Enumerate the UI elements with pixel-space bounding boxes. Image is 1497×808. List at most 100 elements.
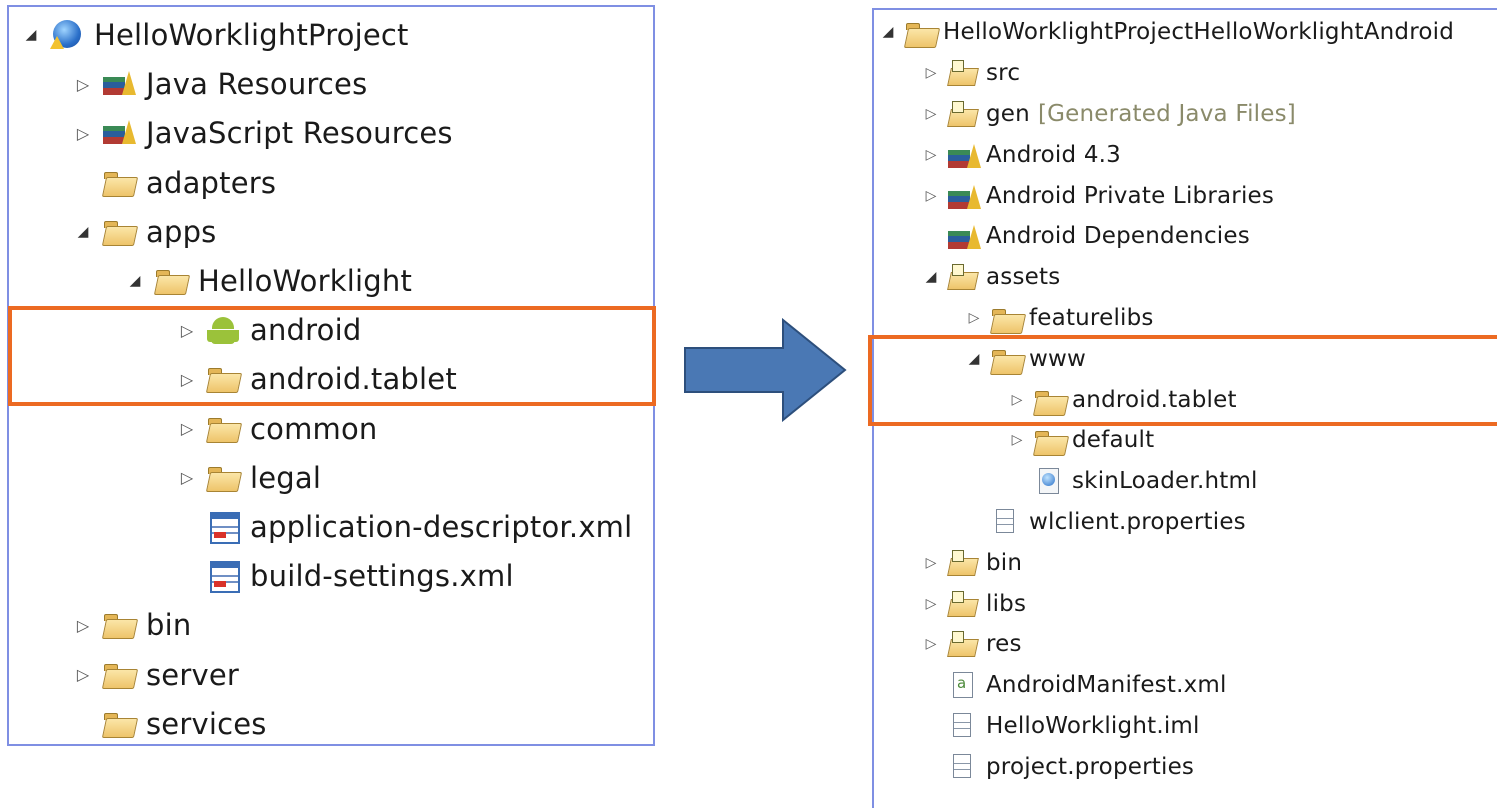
tree-item-assets[interactable]: ◢ assets	[923, 257, 1060, 298]
tree-item-label: res	[986, 631, 1022, 658]
tree-item-project-properties[interactable]: project.properties	[923, 746, 1194, 787]
tree-item-java-resources[interactable]: ▷ Java Resources	[74, 64, 367, 104]
tree-item-android-4-3[interactable]: ▷ Android 4.3	[923, 134, 1121, 175]
tree-item-android-tablet[interactable]: ▷ android.tablet	[1009, 379, 1237, 420]
collapsed-triangle-icon[interactable]: ▷	[74, 75, 92, 94]
tree-item-label: default	[1072, 427, 1155, 454]
android-icon	[206, 315, 242, 345]
collapsed-triangle-icon[interactable]: ▷	[74, 665, 92, 684]
collapsed-triangle-icon[interactable]: ▷	[74, 616, 92, 635]
tree-item-label: project.properties	[986, 753, 1195, 780]
tree-item-gen[interactable]: ▷ gen [Generated Java Files]	[923, 94, 1296, 135]
text-file-icon	[990, 508, 1022, 535]
folder-icon	[1033, 427, 1065, 453]
tree-item-default[interactable]: ▷ default	[1009, 420, 1155, 461]
text-file-icon	[947, 753, 979, 780]
collapsed-triangle-icon[interactable]: ▷	[923, 636, 939, 652]
tree-item-label: android	[250, 313, 362, 348]
folder-icon	[102, 168, 138, 198]
tree-item-android-private-libraries[interactable]: ▷ Android Private Libraries	[923, 175, 1274, 216]
tree-item-server[interactable]: ▷ server	[74, 655, 239, 695]
tree-item-helloworklight-iml[interactable]: HelloWorklight.iml	[923, 706, 1200, 747]
tree-item-label: HelloWorklightProject	[94, 18, 409, 52]
tree-item-application-descriptor-xml[interactable]: application-descriptor.xml	[178, 507, 632, 547]
tree-item-featurelibs[interactable]: ▷ featurelibs	[966, 298, 1154, 339]
tree-item-android-dependencies[interactable]: Android Dependencies	[923, 216, 1250, 257]
collapsed-triangle-icon[interactable]: ▷	[966, 310, 982, 326]
collapsed-triangle-icon[interactable]: ▷	[74, 124, 92, 143]
collapsed-triangle-icon[interactable]: ▷	[923, 65, 939, 81]
expanded-triangle-icon[interactable]: ◢	[966, 351, 982, 367]
package-folder-icon	[947, 590, 979, 617]
tree-item-www[interactable]: ◢ www	[966, 338, 1086, 379]
tree-item-android-tablet[interactable]: ▷ android.tablet	[178, 359, 457, 399]
tree-item-bin[interactable]: ▷ bin	[923, 542, 1022, 583]
collapsed-triangle-icon[interactable]: ▷	[923, 106, 939, 122]
tree-item-label: android.tablet	[250, 362, 457, 397]
tree-item-adapters[interactable]: adapters	[74, 163, 276, 203]
package-folder-icon	[947, 631, 979, 657]
package-folder-icon	[947, 264, 979, 290]
tree-item-helloworklight[interactable]: ◢ HelloWorklight	[126, 261, 412, 301]
tree-item-apps[interactable]: ◢ apps	[74, 212, 217, 252]
tree-item-label: Android Dependencies	[986, 223, 1250, 250]
folder-icon	[1033, 387, 1065, 413]
tree-item-common[interactable]: ▷ common	[178, 409, 378, 449]
folder-icon	[102, 660, 138, 690]
tree-item-label: wlclient.properties	[1029, 508, 1246, 535]
expanded-triangle-icon[interactable]: ◢	[22, 27, 40, 43]
collapsed-triangle-icon[interactable]: ▷	[178, 468, 196, 487]
tree-item-bin[interactable]: ▷ bin	[74, 605, 191, 645]
tree-item-label: Android 4.3	[986, 141, 1122, 168]
tree-item-services[interactable]: services	[74, 704, 267, 744]
tree-item-javascript-resources[interactable]: ▷ JavaScript Resources	[74, 113, 453, 153]
tree-item-wlclient-properties[interactable]: wlclient.properties	[966, 502, 1246, 543]
tree-item-src[interactable]: ▷ src	[923, 53, 1020, 94]
source-folder-icon	[947, 60, 979, 86]
globe-project-icon	[50, 20, 86, 50]
tree-item-legal[interactable]: ▷ legal	[178, 458, 321, 498]
expanded-triangle-icon[interactable]: ◢	[923, 269, 939, 285]
text-file-icon	[947, 712, 979, 739]
warning-folder-icon	[154, 266, 190, 296]
collapsed-triangle-icon[interactable]: ▷	[923, 596, 939, 612]
tree-item-label: HelloWorklight	[198, 264, 413, 298]
expanded-triangle-icon[interactable]: ◢	[880, 24, 896, 40]
tree-item-label: libs	[986, 590, 1027, 617]
tree-item-label: AndroidManifest.xml	[986, 672, 1227, 699]
folder-icon	[990, 346, 1022, 372]
tree-item-helloworklightprojecthelloworklightandroid[interactable]: ◢ HelloWorklightProjectHelloWorklightAndr…	[880, 12, 1454, 53]
tree-item-android[interactable]: ▷ android	[178, 310, 361, 350]
library-icon	[102, 118, 138, 148]
tree-item-label: Java Resources	[146, 67, 368, 102]
tree-item-label: adapters	[146, 165, 277, 200]
xml-file-icon	[206, 512, 242, 544]
expanded-triangle-icon[interactable]: ◢	[74, 224, 92, 240]
tree-item-label: JavaScript Resources	[146, 116, 453, 151]
collapsed-triangle-icon[interactable]: ▷	[923, 555, 939, 571]
tree-item-label: application-descriptor.xml	[250, 510, 633, 544]
tree-item-res[interactable]: ▷ res	[923, 624, 1022, 665]
folder-icon	[990, 305, 1022, 331]
xml-file-icon	[206, 561, 242, 594]
collapsed-triangle-icon[interactable]: ▷	[923, 147, 939, 163]
collapsed-triangle-icon[interactable]: ▷	[178, 419, 196, 438]
tree-item-build-settings-xml[interactable]: build-settings.xml	[178, 556, 514, 596]
collapsed-triangle-icon[interactable]: ▷	[1009, 392, 1025, 408]
tree-item-label: build-settings.xml	[250, 559, 514, 594]
tree-item-label: apps	[146, 214, 217, 249]
library-icon	[947, 223, 981, 250]
tree-item-label: common	[250, 411, 378, 446]
collapsed-triangle-icon[interactable]: ▷	[923, 188, 939, 204]
tree-item-skinloader-html[interactable]: skinLoader.html	[1009, 461, 1258, 502]
collapsed-triangle-icon[interactable]: ▷	[1009, 432, 1025, 448]
expanded-triangle-icon[interactable]: ◢	[126, 273, 144, 289]
collapsed-triangle-icon[interactable]: ▷	[178, 370, 196, 389]
tree-item-label: server	[146, 657, 240, 692]
folder-icon	[102, 610, 138, 640]
tree-item-androidmanifest-xml[interactable]: AndroidManifest.xml	[923, 665, 1227, 706]
collapsed-triangle-icon[interactable]: ▷	[178, 321, 196, 340]
tree-item-libs[interactable]: ▷ libs	[923, 583, 1026, 624]
android-project-icon	[904, 19, 936, 45]
tree-item-helloworklightproject[interactable]: ◢ HelloWorklightProject	[22, 15, 409, 55]
